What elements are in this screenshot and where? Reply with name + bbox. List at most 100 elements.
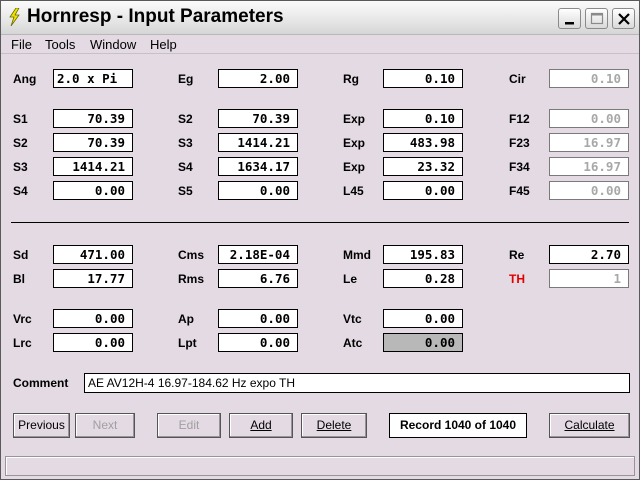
label-sd: Sd [13, 248, 29, 262]
field-sd[interactable]: 471.00 [53, 245, 133, 264]
label-s5: S5 [178, 184, 193, 198]
field-bl[interactable]: 17.77 [53, 269, 133, 288]
label-s3-lower: S3 [13, 160, 28, 174]
record-indicator: Record 1040 of 1040 [389, 413, 527, 438]
lightning-bolt-icon [9, 8, 20, 26]
field-s3-lower[interactable]: 1414.21 [53, 157, 133, 176]
add-button[interactable]: Add [229, 413, 293, 438]
maximize-icon [590, 12, 604, 25]
label-cms: Cms [178, 248, 205, 262]
label-f45: F45 [509, 184, 530, 198]
field-cir: 0.10 [549, 69, 629, 88]
label-ap: Ap [178, 312, 194, 326]
field-vrc[interactable]: 0.00 [53, 309, 133, 328]
label-s2-lower: S2 [13, 136, 28, 150]
field-s3-upper[interactable]: 1414.21 [218, 133, 298, 152]
label-s3-upper: S3 [178, 136, 193, 150]
window-title: Hornresp - Input Parameters [27, 6, 284, 27]
field-ap[interactable]: 0.00 [218, 309, 298, 328]
next-button-label: Next [92, 418, 118, 432]
label-le: Le [343, 272, 358, 286]
label-cir: Cir [509, 72, 526, 86]
field-s4-upper[interactable]: 1634.17 [218, 157, 298, 176]
delete-button-label: Delete [316, 418, 352, 432]
menu-bar: File Tools Window Help [1, 35, 639, 54]
label-lpt: Lpt [178, 336, 197, 350]
menu-window[interactable]: Window [90, 37, 136, 52]
label-re: Re [509, 248, 525, 262]
label-ang: Ang [13, 72, 37, 86]
maximize-button[interactable] [585, 8, 608, 29]
field-f23: 16.97 [549, 133, 629, 152]
field-s2-lower[interactable]: 70.39 [53, 133, 133, 152]
field-f45: 0.00 [549, 181, 629, 200]
calculate-button[interactable]: Calculate [549, 413, 630, 438]
field-le[interactable]: 0.28 [383, 269, 463, 288]
label-vrc: Vrc [13, 312, 32, 326]
minimize-icon [565, 22, 574, 25]
status-bar [5, 456, 635, 476]
label-s4-upper: S4 [178, 160, 193, 174]
next-button[interactable]: Next [75, 413, 135, 438]
label-rms: Rms [178, 272, 205, 286]
label-f34: F34 [509, 160, 530, 174]
label-mmd: Mmd [343, 248, 371, 262]
field-ang[interactable]: 2.0 x Pi [53, 69, 133, 88]
label-exp-3: Exp [343, 160, 366, 174]
label-vtc: Vtc [343, 312, 362, 326]
close-button[interactable] [612, 8, 635, 29]
field-re[interactable]: 2.70 [549, 245, 629, 264]
label-atc: Atc [343, 336, 363, 350]
field-exp-3[interactable]: 23.32 [383, 157, 463, 176]
field-vtc[interactable]: 0.00 [383, 309, 463, 328]
field-exp-1[interactable]: 0.10 [383, 109, 463, 128]
field-l45[interactable]: 0.00 [383, 181, 463, 200]
main-window: Hornresp - Input Parameters File Tools W… [0, 0, 640, 480]
field-f34: 16.97 [549, 157, 629, 176]
field-f12: 0.00 [549, 109, 629, 128]
field-atc[interactable]: 0.00 [383, 333, 463, 352]
menu-help[interactable]: Help [150, 37, 177, 52]
field-s2-upper[interactable]: 70.39 [218, 109, 298, 128]
label-comment: Comment [13, 376, 69, 390]
field-eg[interactable]: 2.00 [218, 69, 298, 88]
label-eg: Eg [178, 72, 194, 86]
label-s1: S1 [13, 112, 28, 126]
field-s1[interactable]: 70.39 [53, 109, 133, 128]
label-bl: Bl [13, 272, 25, 286]
label-th: TH [509, 272, 525, 286]
previous-button-label: Previous [18, 418, 65, 432]
label-s4-lower: S4 [13, 184, 28, 198]
delete-button[interactable]: Delete [301, 413, 367, 438]
calculate-button-label: Calculate [564, 418, 615, 432]
label-s2-upper: S2 [178, 112, 193, 126]
field-lpt[interactable]: 0.00 [218, 333, 298, 352]
previous-button[interactable]: Previous [13, 413, 70, 438]
field-s5[interactable]: 0.00 [218, 181, 298, 200]
field-lrc[interactable]: 0.00 [53, 333, 133, 352]
label-f23: F23 [509, 136, 530, 150]
field-th: 1 [549, 269, 629, 288]
field-s4-lower[interactable]: 0.00 [53, 181, 133, 200]
label-lrc: Lrc [13, 336, 32, 350]
field-exp-2[interactable]: 483.98 [383, 133, 463, 152]
label-rg: Rg [343, 72, 359, 86]
minimize-button[interactable] [558, 8, 581, 29]
field-mmd[interactable]: 195.83 [383, 245, 463, 264]
section-divider [11, 222, 629, 223]
menu-tools[interactable]: Tools [45, 37, 75, 52]
label-exp-2: Exp [343, 136, 366, 150]
close-icon [618, 13, 630, 25]
label-exp-1: Exp [343, 112, 366, 126]
title-bar[interactable]: Hornresp - Input Parameters [1, 1, 639, 35]
field-cms[interactable]: 2.18E-04 [218, 245, 298, 264]
field-rms[interactable]: 6.76 [218, 269, 298, 288]
field-rg[interactable]: 0.10 [383, 69, 463, 88]
label-f12: F12 [509, 112, 530, 126]
edit-button-label: Edit [178, 418, 200, 432]
menu-file[interactable]: File [11, 37, 32, 52]
edit-button[interactable]: Edit [157, 413, 221, 438]
comment-field[interactable]: AE AV12H-4 16.97-184.62 Hz expo TH [84, 373, 630, 393]
add-button-label: Add [250, 418, 272, 432]
label-l45: L45 [343, 184, 364, 198]
